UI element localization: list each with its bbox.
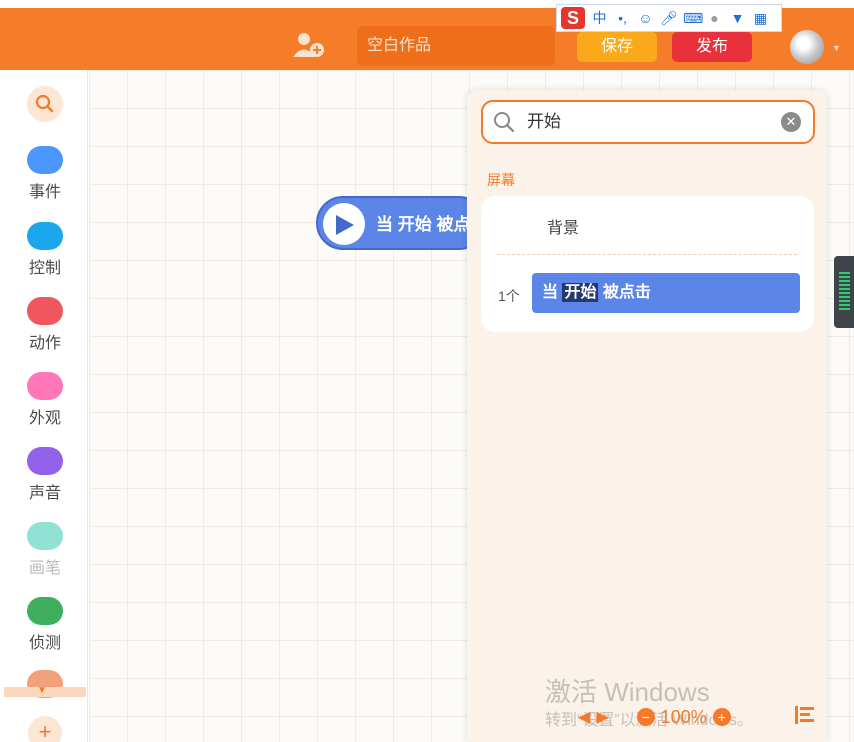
side-tab-handle[interactable] (834, 256, 854, 328)
zoom-out-button[interactable]: − (636, 708, 655, 726)
avatar[interactable] (790, 30, 824, 64)
category-label: 侦测 (28, 635, 61, 652)
chevron-down-icon[interactable]: ▼ (37, 685, 47, 696)
category-looks[interactable]: 外观 (0, 372, 90, 428)
ime-punctuation[interactable]: •, (614, 10, 631, 27)
block-search-input[interactable]: 开始 ✕ (481, 100, 815, 144)
control-icon (27, 222, 63, 250)
category-control[interactable]: 控制 (0, 222, 90, 278)
tools-grid-icon[interactable]: ▦ (752, 10, 769, 27)
result-section-label: 屏幕 (487, 172, 515, 188)
category-label: 画笔 (28, 560, 61, 577)
save-button[interactable]: 保存 (577, 32, 657, 62)
divider (497, 254, 797, 255)
block-search-panel: 开始 ✕ 屏幕 背景 1个 当 开始 被点击 (467, 90, 827, 742)
result-count: 1个 (498, 288, 520, 304)
events-icon (27, 146, 63, 174)
result-block-when-start-clicked[interactable]: 当 开始 被点击 (532, 273, 800, 313)
ime-mode[interactable]: 中 (591, 10, 608, 27)
emoji-icon[interactable]: ☺ (637, 10, 654, 27)
when-start-clicked-block[interactable]: 当 开始 被点击 (316, 196, 487, 250)
category-sound[interactable]: 声音 (0, 447, 90, 503)
category-motion[interactable]: 动作 (0, 297, 90, 353)
motion-icon (27, 297, 63, 325)
chevron-down-icon[interactable]: ▼ (832, 43, 841, 53)
publish-button[interactable]: 发布 (672, 32, 752, 62)
search-icon (494, 112, 515, 133)
result-target-name[interactable]: 背景 (547, 214, 579, 238)
sound-icon (27, 447, 63, 475)
category-label: 事件 (28, 184, 61, 201)
looks-icon (27, 372, 63, 400)
equalizer-icon (839, 272, 850, 312)
undo-icon[interactable]: ◀ (578, 707, 590, 727)
category-events[interactable]: 事件 (0, 146, 90, 202)
result-card: 背景 1个 当 开始 被点击 (481, 196, 814, 332)
sensing-icon (27, 597, 63, 625)
microphone-icon[interactable]: 🎤︎ (660, 10, 678, 27)
block-text-highlight: 开始 (562, 283, 599, 302)
category-label: 动作 (28, 335, 61, 352)
keyboard-icon[interactable]: ⌨ (683, 10, 703, 27)
project-title-input[interactable]: 空白作品 (357, 26, 555, 66)
add-extension-button[interactable]: + (28, 716, 62, 742)
list-icon[interactable] (795, 706, 815, 724)
clear-icon[interactable]: ✕ (781, 112, 801, 132)
category-sidebar: 事件 控制 动作 外观 声音 画笔 侦测 ▼ + (0, 70, 88, 742)
redo-icon[interactable]: ▶ (596, 707, 608, 727)
category-sensing[interactable]: 侦测 (0, 597, 90, 653)
ime-toolbar: S 中 •, ☺ 🎤︎ ⌨ ● ▼ ▦ (556, 4, 782, 32)
zoom-in-button[interactable]: + (712, 708, 731, 726)
category-label: 控制 (28, 260, 61, 277)
add-collaborator-icon[interactable] (290, 30, 326, 60)
block-text-post: 被点击 (598, 284, 651, 301)
category-pen[interactable]: 画笔 (0, 522, 90, 578)
search-query: 开始 (527, 112, 561, 131)
search-icon[interactable] (27, 86, 63, 122)
zoom-level: 100% (660, 706, 707, 727)
block-text-pre: 当 (542, 284, 563, 301)
skin-icon[interactable]: ▼ (729, 10, 746, 27)
zoom-controls: ◀ ▶ − 100% + (578, 706, 731, 728)
pen-icon (27, 522, 63, 550)
category-label: 外观 (28, 410, 61, 427)
activation-watermark-title: 激活 Windows (545, 677, 710, 707)
category-label: 声音 (28, 485, 61, 502)
play-icon (323, 203, 365, 245)
ime-logo[interactable]: S (561, 7, 585, 29)
user-icon[interactable]: ● (706, 10, 723, 27)
